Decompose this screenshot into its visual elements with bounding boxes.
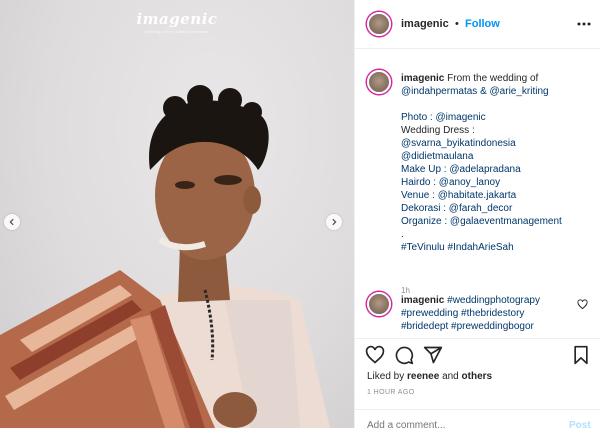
heart-icon[interactable] [365,345,385,365]
caption-line-6[interactable]: @didietmaulana [401,150,587,163]
avatar[interactable] [367,12,391,36]
follow-button[interactable]: Follow [465,18,500,30]
bookmark-icon[interactable] [571,345,591,365]
comment-username[interactable]: imagenic [401,295,444,306]
caption-line-11[interactable]: Organize : @galaeventmanagement [401,215,587,228]
header-username[interactable]: imagenic [401,18,449,30]
post-sidebar: imagenic • Follow imagenic From the wedd… [354,0,600,428]
caption-line-13[interactable]: #TeVinulu #IndahArieSah [401,241,587,254]
caption-line-7[interactable]: Make Up : @adelapradana [401,163,587,176]
caption-line-9[interactable]: Venue : @habitate.jakarta [401,189,587,202]
caption-text: imagenic From the wedding of @indahperma… [401,72,587,254]
caption-line-0: From the wedding of [447,73,539,84]
comment-icon[interactable] [394,345,414,365]
post-photo[interactable]: imagenic visiting story without wonder [0,0,354,428]
previous-photo-button[interactable] [4,214,20,230]
more-options-button[interactable] [577,17,591,31]
chevron-right-icon [332,218,337,226]
caption-line-3[interactable]: Photo : @imagenic [401,111,587,124]
caption-line-10[interactable]: Dekorasi : @farah_decor [401,202,587,215]
add-comment-bar: Post [355,409,600,428]
likes-prefix: Liked by [367,371,405,382]
add-comment-input[interactable] [367,420,547,428]
likes-summary: Liked by reenee and others [367,371,492,382]
watermark-title: imagenic [136,10,218,28]
post-header: imagenic • Follow [355,0,600,49]
comment-avatar[interactable] [367,292,391,316]
likes-and: and [442,371,459,382]
portrait-illustration [0,85,330,428]
comment-text: imagenic #weddingphotograpy #prewedding … [401,294,569,333]
share-icon[interactable] [423,345,443,365]
comment-heart-icon[interactable] [577,299,588,310]
caption-line-8[interactable]: Hairdo : @anoy_lanoy [401,176,587,189]
action-bar [355,338,600,374]
instagram-post-modal: imagenic visiting story without wonder i… [0,0,600,428]
caption-line-5[interactable]: @svarna_byikatindonesia [401,137,587,150]
next-photo-button[interactable] [326,214,342,230]
watermark-tagline: visiting story without wonder [144,29,210,34]
separator-dot: • [455,18,459,30]
caption-line-2 [401,98,587,111]
caption-username[interactable]: imagenic [401,73,444,84]
caption-avatar[interactable] [367,70,391,94]
comments-section[interactable]: imagenic From the wedding of @indahperma… [355,50,600,335]
post-timestamp[interactable]: 1 HOUR AGO [367,389,415,396]
caption-line-1[interactable]: @indahpermatas & @arie_kriting [401,85,587,98]
chevron-left-icon [9,218,14,226]
caption-line-12: . [401,229,404,240]
more-icon [577,22,591,26]
caption-line-4: Wedding Dress : [401,125,475,136]
watermark: imagenic visiting story without wonder [0,10,354,34]
likes-others[interactable]: others [462,371,493,382]
likes-user[interactable]: reenee [407,371,439,382]
post-comment-button[interactable]: Post [569,420,591,428]
